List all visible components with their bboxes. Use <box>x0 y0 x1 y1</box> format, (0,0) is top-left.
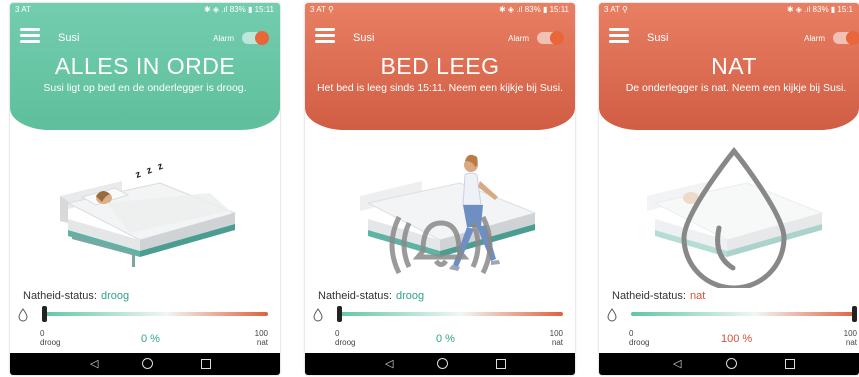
android-nav-bar: ◁ <box>10 353 280 375</box>
alarm-label: Alarm <box>213 34 234 43</box>
back-button[interactable]: ◁ <box>90 357 98 370</box>
phone-screen-all-ok: 3 AT ✱ ◈ .ıl 83% ▮ 15:11 Susi Alarm ALLE… <box>10 3 280 375</box>
slider-max-value: 100 <box>549 329 563 338</box>
slider-min-value: 0 <box>335 329 340 338</box>
water-drop-icon <box>313 308 323 322</box>
header-banner: 3 AT ✱ ◈ .ıl 83% ▮ 15:11 Susi Alarm ALLE… <box>10 3 280 130</box>
status-bar: 3 AT ⚲ ✱ ◈ .ıl 83% ▮ 15:11 <box>305 3 575 15</box>
slider-min-text: droog <box>629 338 650 347</box>
recent-apps-button[interactable] <box>496 359 506 369</box>
recent-apps-button[interactable] <box>785 359 795 369</box>
hamburger-menu-icon[interactable] <box>315 28 335 44</box>
toggle-knob <box>846 31 859 45</box>
wetness-status-value: droog <box>395 290 425 302</box>
wetness-slider-thumb[interactable] <box>42 306 47 322</box>
wetness-slider-thumb[interactable] <box>852 306 857 322</box>
phone-screen-bed-empty: 3 AT ⚲ ✱ ◈ .ıl 83% ▮ 15:11 Susi Alarm BE… <box>305 3 575 375</box>
slider-min-labels: 0 droog <box>335 329 355 347</box>
home-button[interactable] <box>726 358 737 369</box>
carrier-label: 3 AT ⚲ <box>604 5 628 14</box>
user-name: Susi <box>647 32 669 44</box>
alarm-toggle[interactable] <box>242 31 269 45</box>
wetness-percent: 100 % <box>721 333 753 345</box>
status-title: BED LEEG <box>380 53 500 79</box>
wetness-slider <box>337 306 563 322</box>
android-nav-bar: ◁ <box>599 353 859 375</box>
wetness-slider <box>631 306 857 322</box>
wetness-slider-thumb[interactable] <box>337 306 342 322</box>
status-bar: 3 AT ✱ ◈ .ıl 83% ▮ 15:11 <box>10 3 280 15</box>
wetness-status-label: Natheid-status: <box>612 290 686 302</box>
slider-max-text: nat <box>256 338 268 347</box>
header-banner: 3 AT ⚲ ✱ ◈ .ıl 83% ▮ 15:1 Susi Alarm NAT… <box>599 3 859 130</box>
slider-min-labels: 0 droog <box>629 329 649 347</box>
wet-bed-illustration <box>599 133 859 291</box>
wetness-status: Natheid-status: droog <box>23 290 129 302</box>
wetness-status: Natheid-status: nat <box>612 290 705 302</box>
wetness-status: Natheid-status: droog <box>318 290 424 302</box>
carrier-label: 3 AT ⚲ <box>310 5 334 14</box>
bed-illustration: z z z <box>10 133 280 288</box>
status-title: NAT <box>711 53 757 79</box>
wetness-status-label: Natheid-status: <box>318 290 392 302</box>
system-indicators: ✱ ◈ .ıl 83% ▮ 15:1 <box>786 5 853 14</box>
slider-max-value: 100 <box>843 329 857 338</box>
carrier-label: 3 AT <box>15 5 31 14</box>
wetness-status-value: nat <box>689 290 706 302</box>
wetness-slider <box>42 306 268 322</box>
slider-max-text: nat <box>551 338 563 347</box>
alarm-toggle[interactable] <box>833 31 859 45</box>
wetness-status-value: droog <box>100 290 130 302</box>
water-drop-icon <box>18 308 28 322</box>
slider-max-value: 100 <box>254 329 268 338</box>
status-message: De onderlegger is nat. Neem een kijkje b… <box>625 82 847 94</box>
wetness-status-label: Natheid-status: <box>23 290 97 302</box>
sleeping-bed-image <box>60 181 237 267</box>
status-message: Het bed is leeg sinds 15:11. Neem een ki… <box>316 82 564 94</box>
user-name: Susi <box>353 32 375 44</box>
hamburger-menu-icon[interactable] <box>20 28 40 44</box>
status-bar: 3 AT ⚲ ✱ ◈ .ıl 83% ▮ 15:1 <box>599 3 859 15</box>
empty-bed-person-image <box>360 154 537 275</box>
hamburger-menu-icon[interactable] <box>609 28 629 44</box>
slider-max-text: nat <box>845 338 857 347</box>
back-button[interactable]: ◁ <box>385 357 393 370</box>
back-button[interactable]: ◁ <box>673 357 681 370</box>
slider-min-labels: 0 droog <box>40 329 60 347</box>
slider-min-text: droog <box>335 338 356 347</box>
alarm-label: Alarm <box>508 34 529 43</box>
status-title: ALLES IN ORDE <box>54 53 236 79</box>
slider-min-value: 0 <box>40 329 45 338</box>
home-button[interactable] <box>142 358 153 369</box>
toggle-knob <box>550 31 564 45</box>
slider-max-labels: 100 nat <box>550 329 563 347</box>
user-name: Susi <box>58 32 80 44</box>
status-message: Susi ligt op bed en de onderlegger is dr… <box>43 82 247 94</box>
wet-bed-image <box>647 147 824 291</box>
slider-max-labels: 100 nat <box>844 329 857 347</box>
water-drop-icon <box>607 308 617 322</box>
recent-apps-button[interactable] <box>201 359 211 369</box>
slider-min-text: droog <box>40 338 61 347</box>
system-indicators: ✱ ◈ .ıl 83% ▮ 15:11 <box>203 5 274 14</box>
slider-max-labels: 100 nat <box>255 329 268 347</box>
alarm-toggle[interactable] <box>537 31 564 45</box>
toggle-knob <box>255 31 269 45</box>
wetness-percent: 0 % <box>141 333 160 345</box>
wetness-percent: 0 % <box>436 333 455 345</box>
phone-screen-wet: 3 AT ⚲ ✱ ◈ .ıl 83% ▮ 15:1 Susi Alarm NAT… <box>599 3 859 375</box>
header-banner: 3 AT ⚲ ✱ ◈ .ıl 83% ▮ 15:11 Susi Alarm BE… <box>305 3 575 130</box>
home-button[interactable] <box>437 358 448 369</box>
android-nav-bar: ◁ <box>305 353 575 375</box>
slider-min-value: 0 <box>629 329 634 338</box>
system-indicators: ✱ ◈ .ıl 83% ▮ 15:11 <box>498 5 569 14</box>
empty-bed-illustration <box>305 133 575 288</box>
alarm-label: Alarm <box>804 34 825 43</box>
